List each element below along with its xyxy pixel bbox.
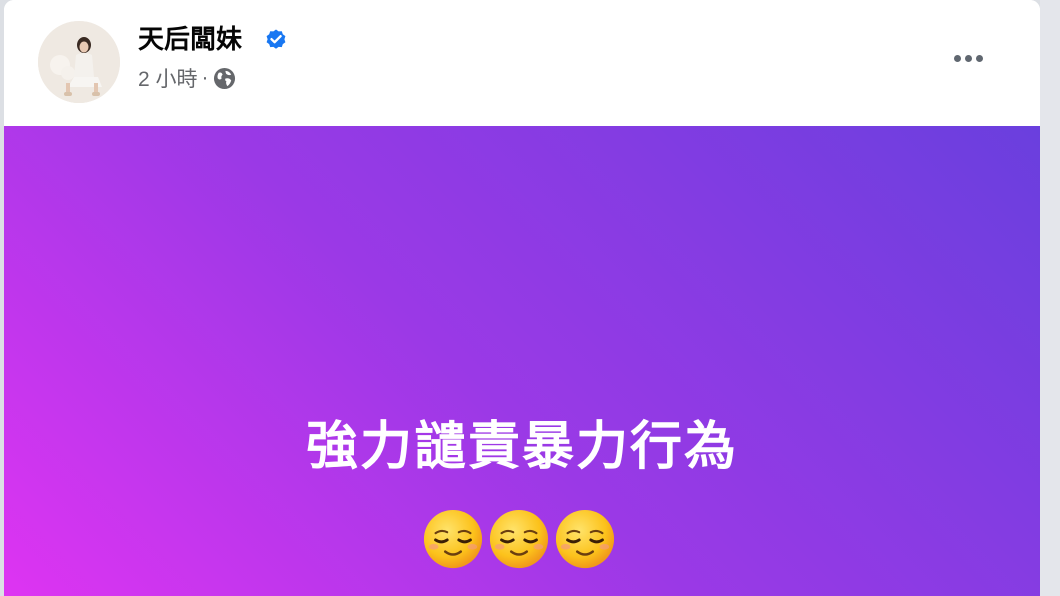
relieved-face-emoji-icon — [489, 509, 549, 569]
verified-badge-icon — [266, 29, 286, 49]
post-text: 強力譴責暴力行為 — [305, 418, 738, 476]
more-options-icon-dot — [975, 54, 983, 62]
more-options-button[interactable] — [944, 40, 992, 76]
relieved-face-emoji-icon — [555, 509, 615, 569]
post-header: 天后闆妹 2 小時 · — [4, 0, 1040, 126]
more-options-icon-dot — [964, 54, 972, 62]
emoji-row — [422, 508, 622, 572]
avatar-photo — [38, 21, 120, 103]
post-card: 天后闆妹 2 小時 · 強力譴責暴力行為 — [4, 0, 1040, 596]
feed-gutter — [1040, 0, 1060, 596]
screen: 天后闆妹 2 小時 · 強力譴責暴力行為 — [0, 0, 1060, 596]
post-meta: 2 小時 · — [138, 64, 236, 92]
globe-icon[interactable] — [213, 67, 236, 90]
meta-separator: · — [201, 66, 209, 89]
relieved-face-emoji-icon — [423, 509, 483, 569]
post-background-text[interactable]: 強力譴責暴力行為 — [4, 126, 1040, 596]
post-timestamp[interactable]: 2 小時 — [138, 63, 198, 93]
author-name[interactable]: 天后闆妹 — [138, 23, 242, 55]
more-options-icon — [953, 54, 961, 62]
author-avatar[interactable] — [38, 21, 120, 103]
